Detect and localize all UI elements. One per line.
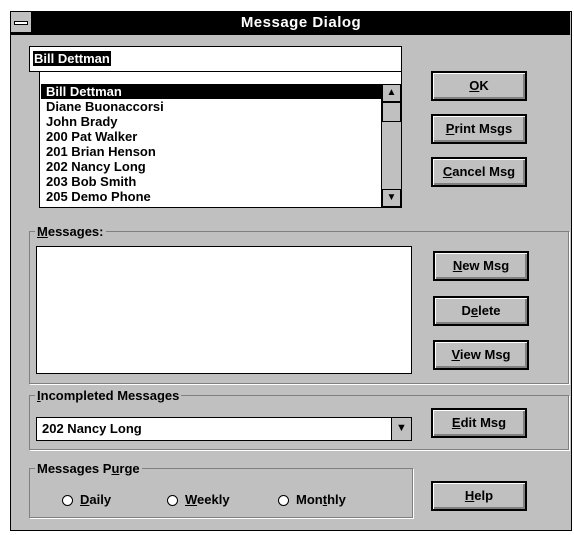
radio-monthly[interactable]: Monthly (278, 492, 346, 507)
ok-button[interactable]: OK (431, 71, 527, 101)
view-msg-button[interactable]: View Msg (433, 340, 529, 370)
scroll-up-arrow-icon[interactable]: ▲ (382, 84, 401, 102)
scroll-down-arrow-icon[interactable]: ▼ (382, 189, 401, 207)
incompleted-messages-dropdown[interactable]: 202 Nancy Long ▼ (36, 417, 412, 441)
list-item[interactable]: 205 Demo Phone (41, 189, 382, 204)
title-bar[interactable]: Message Dialog (10, 11, 570, 35)
list-item[interactable]: 203 Bob Smith (41, 174, 382, 189)
system-menu-icon[interactable] (10, 11, 32, 33)
radio-daily[interactable]: Daily (62, 492, 111, 507)
cancel-msg-button[interactable]: Cancel Msg (431, 157, 527, 187)
recipient-input[interactable]: Bill Dettman (29, 46, 402, 72)
new-msg-button[interactable]: New Msg (433, 251, 529, 281)
edit-msg-button[interactable]: Edit Msg (431, 408, 527, 438)
messages-purge-label: Messages Purge (35, 461, 142, 476)
scroll-thumb[interactable] (382, 102, 401, 122)
delete-button[interactable]: Delete (433, 296, 529, 326)
list-item[interactable]: Diane Buonaccorsi (41, 99, 382, 114)
radio-circle-icon[interactable] (62, 495, 73, 506)
recipient-list-scrollbar[interactable]: ▲ ▼ (381, 84, 401, 207)
list-item[interactable]: 200 Pat Walker (41, 129, 382, 144)
print-msgs-button[interactable]: Print Msgs (431, 114, 527, 144)
messages-label: Messages: (35, 224, 106, 239)
messages-list[interactable] (36, 246, 412, 374)
window-title: Message Dialog (240, 14, 362, 31)
incompleted-messages-label: Incompleted Messages (35, 388, 182, 403)
list-item[interactable]: John Brady (41, 114, 382, 129)
list-item[interactable]: 201 Brian Henson (41, 144, 382, 159)
help-button[interactable]: Help (431, 481, 527, 511)
radio-circle-icon[interactable] (167, 495, 178, 506)
dropdown-arrow-icon[interactable]: ▼ (391, 418, 411, 440)
recipient-list[interactable]: Bill Dettman Diane Buonaccorsi John Brad… (39, 71, 402, 208)
incompleted-selected-value: 202 Nancy Long (42, 421, 142, 436)
recipient-value: Bill Dettman (33, 51, 111, 66)
radio-weekly[interactable]: Weekly (167, 492, 230, 507)
list-item[interactable]: Bill Dettman (41, 84, 382, 99)
list-item[interactable]: 202 Nancy Long (41, 159, 382, 174)
radio-circle-icon[interactable] (278, 495, 289, 506)
